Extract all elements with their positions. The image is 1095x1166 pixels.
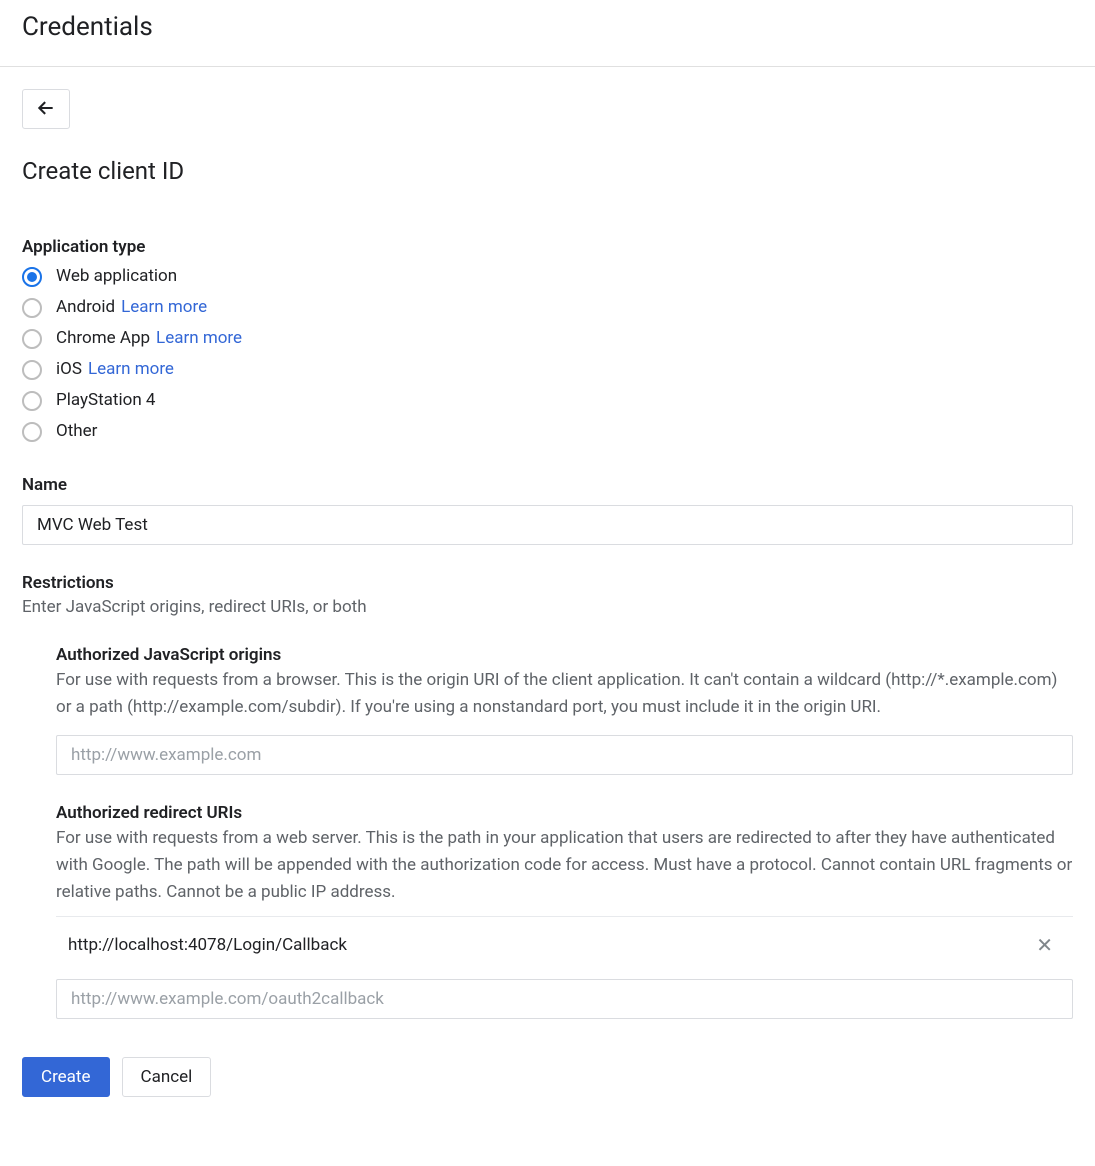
radio-icon (22, 298, 42, 318)
name-label: Name (22, 475, 1073, 495)
redirect-uris-section: Authorized redirect URIs For use with re… (22, 803, 1073, 1019)
redirect-uris-help: For use with requests from a web server.… (56, 825, 1073, 906)
radio-icon (22, 391, 42, 411)
radio-icon (22, 360, 42, 380)
redirect-uri-input[interactable] (56, 979, 1073, 1019)
radio-label: Other (56, 418, 97, 445)
radio-label: iOS (56, 356, 82, 383)
radio-label: PlayStation 4 (56, 387, 155, 414)
radio-label: Chrome App (56, 325, 150, 352)
cancel-button[interactable]: Cancel (122, 1057, 212, 1097)
back-button[interactable] (22, 89, 70, 129)
learn-more-link[interactable]: Learn more (88, 356, 174, 383)
js-origins-input[interactable] (56, 735, 1073, 775)
restrictions-label: Restrictions (22, 573, 1073, 593)
js-origins-section: Authorized JavaScript origins For use wi… (22, 645, 1073, 775)
radio-label: Web application (56, 263, 177, 290)
radio-chrome-app[interactable]: Chrome App Learn more (22, 323, 1073, 354)
radio-ios[interactable]: iOS Learn more (22, 354, 1073, 385)
js-origins-heading: Authorized JavaScript origins (56, 645, 1073, 665)
redirect-uris-heading: Authorized redirect URIs (56, 803, 1073, 823)
restrictions-group: Restrictions Enter JavaScript origins, r… (22, 573, 1073, 617)
radio-icon (22, 267, 42, 287)
radio-icon (22, 329, 42, 349)
learn-more-link[interactable]: Learn more (156, 325, 242, 352)
restrictions-help: Enter JavaScript origins, redirect URIs,… (22, 597, 1073, 617)
radio-android[interactable]: Android Learn more (22, 292, 1073, 323)
radio-other[interactable]: Other (22, 416, 1073, 447)
page-header: Credentials (0, 0, 1095, 67)
action-bar: Create Cancel (22, 1057, 1073, 1097)
application-type-group: Application type Web application Android… (22, 237, 1073, 447)
radio-icon (22, 422, 42, 442)
redirect-uri-row: http://localhost:4078/Login/Callback ✕ (56, 917, 1073, 973)
js-origins-help: For use with requests from a browser. Th… (56, 667, 1073, 721)
remove-uri-icon[interactable]: ✕ (1028, 929, 1061, 961)
page-content: Create client ID Application type Web ap… (0, 67, 1095, 1119)
redirect-uri-value: http://localhost:4078/Login/Callback (68, 935, 347, 955)
application-type-label: Application type (22, 237, 1073, 257)
radio-playstation-4[interactable]: PlayStation 4 (22, 385, 1073, 416)
name-input[interactable] (22, 505, 1073, 545)
page-subtitle: Create client ID (22, 157, 1073, 185)
radio-label: Android (56, 294, 115, 321)
radio-web-application[interactable]: Web application (22, 261, 1073, 292)
back-arrow-icon (36, 98, 56, 121)
learn-more-link[interactable]: Learn more (121, 294, 207, 321)
name-group: Name (22, 475, 1073, 545)
page-title: Credentials (22, 12, 1073, 42)
create-button[interactable]: Create (22, 1057, 110, 1097)
